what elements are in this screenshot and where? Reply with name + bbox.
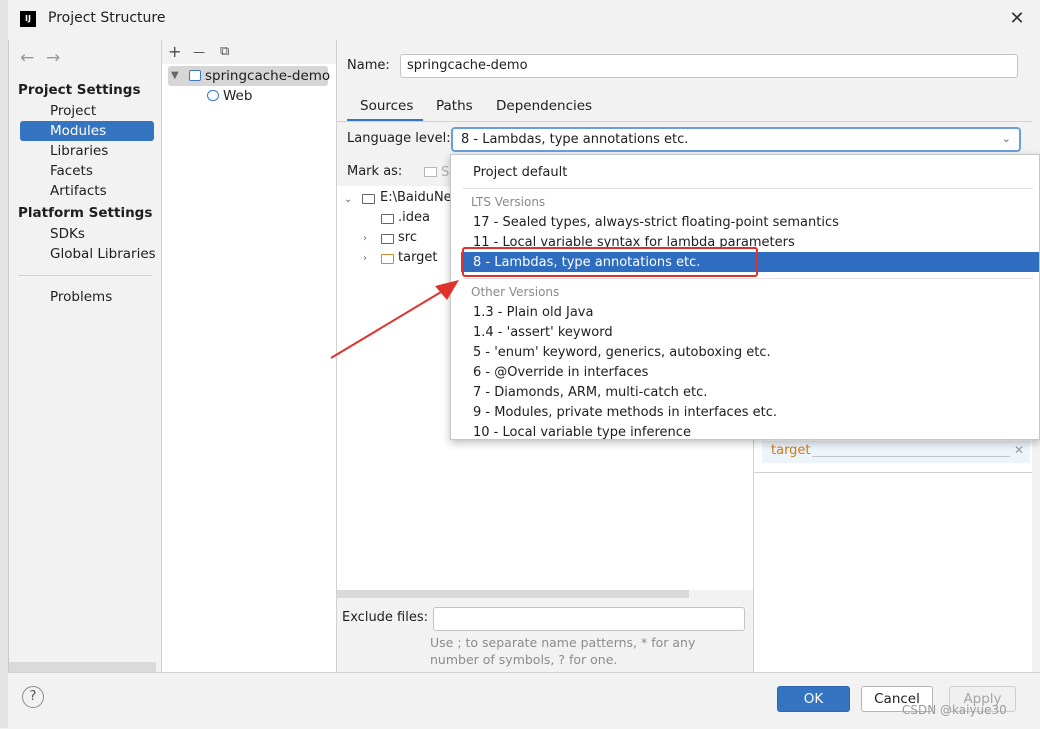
- dropdown-item-17[interactable]: 17 - Sealed types, always-strict floatin…: [473, 215, 839, 230]
- platform-settings-heading: Platform Settings: [18, 205, 153, 221]
- chevron-right-icon[interactable]: ›: [363, 253, 367, 264]
- add-icon[interactable]: +: [168, 42, 181, 61]
- excluded-folder-label: target: [771, 443, 811, 458]
- close-icon[interactable]: ✕: [1006, 8, 1028, 30]
- chevron-down-icon[interactable]: ▼: [171, 70, 179, 81]
- dropdown-item-1-4[interactable]: 1.4 - 'assert' keyword: [473, 325, 613, 340]
- dropdown-separator: [463, 278, 1033, 279]
- remove-excluded-icon[interactable]: ✕: [1014, 443, 1024, 457]
- tabs-divider: [337, 121, 1032, 122]
- sidebar-item-modules[interactable]: Modules: [50, 123, 106, 139]
- forward-arrow-icon[interactable]: →: [46, 48, 60, 68]
- language-level-value: 8 - Lambdas, type annotations etc.: [461, 132, 689, 147]
- other-versions-heading: Other Versions: [471, 285, 560, 299]
- dropdown-item-project-default[interactable]: Project default: [473, 165, 567, 180]
- exclude-files-input[interactable]: [433, 607, 745, 631]
- module-icon: [189, 70, 201, 81]
- annotation-highlight-box: [462, 247, 758, 277]
- excluded-row-line: [812, 456, 1010, 457]
- folder-icon: [381, 234, 394, 244]
- tree-item-idea[interactable]: .idea: [398, 210, 430, 225]
- chevron-down-icon: ⌄: [1001, 132, 1011, 145]
- language-level-dropdown: Project default LTS Versions 17 - Sealed…: [450, 154, 1040, 440]
- background-app-strip: [0, 0, 8, 728]
- dropdown-item-10[interactable]: 10 - Local variable type inference: [473, 425, 691, 439]
- sidebar-divider: [18, 275, 152, 276]
- folder-icon: [362, 194, 375, 204]
- sidebar-item-libraries[interactable]: Libraries: [50, 143, 108, 159]
- module-tree-web[interactable]: Web: [223, 88, 252, 104]
- dialog-title: Project Structure: [48, 10, 166, 26]
- annotation-arrow: [330, 280, 459, 359]
- help-icon[interactable]: ?: [22, 686, 44, 708]
- tab-sources[interactable]: Sources: [360, 98, 413, 114]
- exclude-files-label: Exclude files:: [342, 610, 429, 625]
- project-settings-heading: Project Settings: [18, 82, 141, 98]
- sidebar-item-project[interactable]: Project: [50, 103, 96, 119]
- dropdown-item-1-3[interactable]: 1.3 - Plain old Java: [473, 305, 593, 320]
- mark-as-label: Mark as:: [347, 164, 403, 179]
- web-facet-icon: [207, 90, 219, 101]
- dropdown-item-6[interactable]: 6 - @Override in interfaces: [473, 365, 648, 380]
- content-root-label[interactable]: E:\BaiduNe: [380, 190, 452, 205]
- tab-dependencies[interactable]: Dependencies: [496, 98, 592, 114]
- tree-item-src[interactable]: src: [398, 230, 417, 245]
- sidebar-item-global-libraries[interactable]: Global Libraries: [50, 246, 156, 262]
- dropdown-item-9[interactable]: 9 - Modules, private methods in interfac…: [473, 405, 777, 420]
- copy-icon[interactable]: ⧉: [220, 44, 229, 59]
- module-name-input[interactable]: springcache-demo: [400, 54, 1018, 78]
- chevron-down-icon[interactable]: ⌄: [344, 194, 352, 205]
- dropdown-item-7[interactable]: 7 - Diamonds, ARM, multi-catch etc.: [473, 385, 707, 400]
- sidebar-item-problems[interactable]: Problems: [50, 289, 112, 305]
- tree-horizontal-scrollbar[interactable]: [337, 590, 689, 598]
- dropdown-separator: [463, 188, 1033, 189]
- sidebar-scrollbar[interactable]: [9, 662, 156, 672]
- sidebar-item-facets[interactable]: Facets: [50, 163, 93, 179]
- remove-icon[interactable]: —: [193, 45, 205, 59]
- language-level-label: Language level:: [347, 131, 451, 146]
- tree-item-target[interactable]: target: [398, 250, 438, 265]
- lts-versions-heading: LTS Versions: [471, 195, 546, 209]
- content-roots-divider: [754, 472, 1032, 473]
- sources-folder-icon: [424, 167, 437, 177]
- mark-as-sources-button[interactable]: S: [441, 165, 449, 180]
- excluded-folder-icon: [381, 254, 394, 264]
- tab-paths[interactable]: Paths: [436, 98, 473, 114]
- language-level-select[interactable]: 8 - Lambdas, type annotations etc. ⌄: [451, 127, 1021, 152]
- sidebar-item-sdks[interactable]: SDKs: [50, 226, 85, 242]
- watermark: CSDN @kaiyue30: [902, 703, 1007, 717]
- module-tree-toolbar: [162, 40, 336, 64]
- ok-button[interactable]: OK: [777, 686, 850, 712]
- exclude-files-hint: Use ; to separate name patterns, * for a…: [430, 635, 696, 667]
- chevron-right-icon[interactable]: ›: [363, 233, 367, 244]
- folder-icon: [381, 214, 394, 224]
- module-tree-root[interactable]: springcache-demo: [205, 68, 330, 84]
- sidebar-item-artifacts[interactable]: Artifacts: [50, 183, 107, 199]
- name-label: Name:: [347, 58, 390, 73]
- module-tree-panel: [162, 40, 336, 672]
- dropdown-item-5[interactable]: 5 - 'enum' keyword, generics, autoboxing…: [473, 345, 771, 360]
- back-arrow-icon[interactable]: ←: [20, 48, 34, 68]
- intellij-app-icon: IJ: [20, 11, 36, 27]
